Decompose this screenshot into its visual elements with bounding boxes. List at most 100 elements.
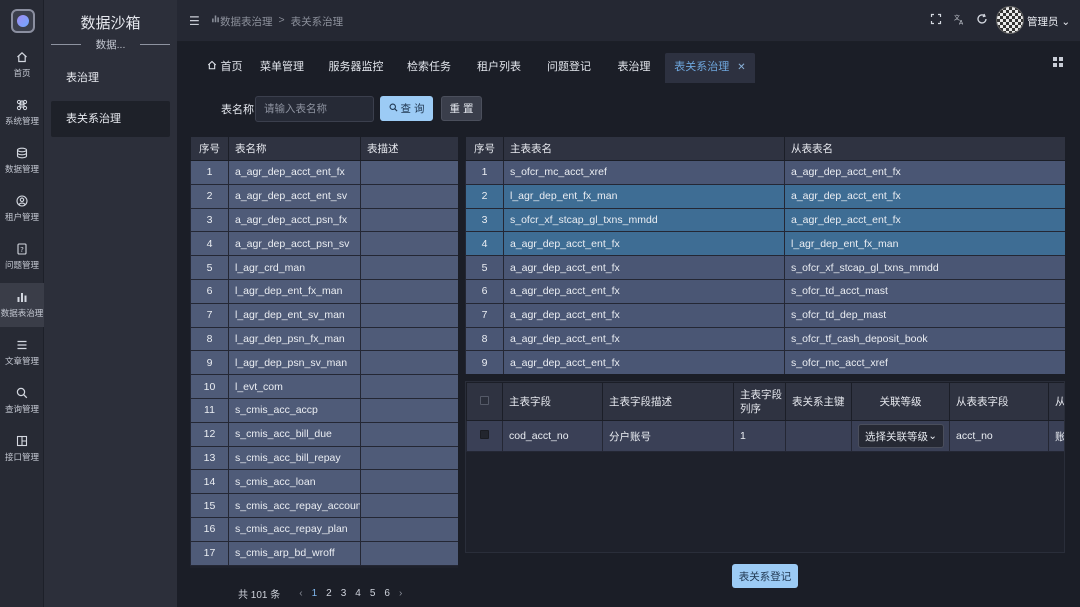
cell-table-desc	[360, 207, 458, 233]
nav-api[interactable]: 接口管理	[0, 427, 44, 471]
table-row[interactable]: 1 a_agr_dep_acct_ent_fx	[190, 160, 458, 185]
table-name-input[interactable]	[255, 96, 374, 122]
search-icon	[16, 387, 28, 399]
page-1[interactable]: 1	[312, 588, 318, 599]
nav-system[interactable]: 系统管理	[0, 91, 44, 135]
cell-master-table: s_ofcr_xf_stcap_gl_txns_mmdd	[503, 207, 785, 233]
relation-level-select-label: 选择关联等级	[865, 430, 928, 443]
table-row[interactable]: 7 a_agr_dep_acct_ent_fx s_ofcr_td_dep_mast	[465, 302, 1065, 328]
table-row[interactable]: 6 a_agr_dep_acct_ent_fx s_ofcr_td_acct_mas…	[465, 278, 1065, 304]
logo-mark	[17, 15, 29, 27]
translate-icon[interactable]: 文A	[952, 13, 966, 27]
tab-issue[interactable]: 问题登记	[544, 53, 594, 83]
table-row[interactable]: 3 a_agr_dep_acct_psn_fx	[190, 207, 458, 233]
app-logo[interactable]	[11, 9, 35, 33]
nav-table-governance[interactable]: 数据表治理	[0, 283, 44, 327]
master-field-desc-cell: 分户账号	[602, 420, 734, 452]
table-row[interactable]: 4 a_agr_dep_acct_psn_sv	[190, 231, 458, 257]
svg-text:A: A	[959, 20, 964, 26]
table-row[interactable]: 16 s_cmis_acc_repay_plan	[190, 516, 458, 542]
tab-search-task[interactable]: 检索任务	[405, 53, 453, 83]
list-icon	[16, 339, 28, 351]
breadcrumb-parent[interactable]: 数据表治理	[220, 14, 273, 29]
cell-slave-table: l_agr_dep_ent_fx_man	[784, 231, 1065, 257]
tab-menu[interactable]: 菜单管理	[257, 53, 307, 83]
table-row[interactable]: 11 s_cmis_acc_accp	[190, 397, 458, 423]
cell-master-table: a_agr_dep_acct_ent_fx	[503, 350, 785, 374]
tab-table-relation[interactable]: 表关系治理 ✕	[665, 53, 755, 83]
top-header: ☰ 数据表治理 > 表关系治理 文A 管理员 ⌄	[177, 0, 1080, 42]
tab-home[interactable]: 首页	[205, 53, 245, 83]
select-all-checkbox[interactable]	[466, 382, 503, 421]
table-row[interactable]: 17 s_cmis_arp_bd_wroff	[190, 540, 458, 566]
chevron-down-icon: ⌄	[928, 430, 937, 442]
cell-table-name: s_cmis_acc_accp	[228, 397, 361, 423]
table-row[interactable]: 9 a_agr_dep_acct_ent_fx s_ofcr_mc_acct_xre…	[465, 350, 1065, 374]
table-row[interactable]: 14 s_cmis_acc_loan	[190, 469, 458, 495]
query-button[interactable]: 查 询	[380, 96, 433, 121]
table-row[interactable]: 2 a_agr_dep_acct_ent_sv	[190, 183, 458, 209]
sidebar-item-table-governance[interactable]: 表治理	[51, 60, 170, 96]
page-4[interactable]: 4	[355, 588, 361, 599]
table-row[interactable]: 12 s_cmis_acc_bill_due	[190, 421, 458, 447]
prev-page-icon[interactable]: ‹	[299, 588, 302, 599]
table-row[interactable]: 13 s_cmis_acc_bill_repay	[190, 445, 458, 471]
cell-table-name: a_agr_dep_acct_psn_fx	[228, 207, 361, 233]
menu-fold-icon[interactable]: ☰	[189, 14, 200, 28]
row-checkbox-cell[interactable]	[466, 420, 503, 452]
nav-article[interactable]: 文章管理	[0, 331, 44, 375]
table-row[interactable]: 2 l_agr_dep_ent_fx_man a_agr_dep_acct_ent_…	[465, 183, 1065, 209]
username[interactable]: 管理员 ⌄	[1027, 14, 1070, 29]
tab-table-governance[interactable]: 表治理	[613, 53, 655, 83]
row-checkbox[interactable]	[480, 430, 489, 439]
grid-icon[interactable]	[1053, 57, 1063, 67]
table-row[interactable]: 6 l_agr_dep_ent_fx_man	[190, 278, 458, 304]
table-row[interactable]: 3 s_ofcr_xf_stcap_gl_txns_mmdd a_agr_dep_a…	[465, 207, 1065, 233]
fullscreen-icon[interactable]	[929, 13, 943, 27]
sidebar-item-table-relation[interactable]: 表关系治理	[51, 101, 170, 137]
table-row[interactable]: 15 s_cmis_acc_repay_account	[190, 493, 458, 518]
cell-slave-table: s_ofcr_mc_acct_xref	[784, 350, 1065, 374]
tab-tenant[interactable]: 租户列表	[475, 53, 523, 83]
table-row[interactable]: 4 a_agr_dep_acct_ent_fx l_agr_dep_ent_fx_m…	[465, 231, 1065, 257]
nav-home[interactable]: 首页	[0, 43, 44, 87]
col-header-index: 序号	[190, 136, 229, 161]
table-row[interactable]: 9 l_agr_dep_psn_sv_man	[190, 350, 458, 376]
checkbox[interactable]	[480, 395, 489, 405]
relation-level-select[interactable]: 选择关联等级 ⌄	[858, 424, 944, 448]
table-row[interactable]: 5 a_agr_dep_acct_ent_fx s_ofcr_xf_stcap_gl…	[465, 255, 1065, 280]
cell-index: 6	[465, 278, 504, 304]
table-row[interactable]: 1 s_ofcr_mc_acct_xref a_agr_dep_acct_ent_f…	[465, 160, 1065, 185]
register-relation-button[interactable]: 表关系登记	[732, 564, 798, 588]
cell-master-table: a_agr_dep_acct_ent_fx	[503, 326, 785, 352]
table-row[interactable]: 8 a_agr_dep_acct_ent_fx s_ofcr_tf_cash_dep…	[465, 326, 1065, 352]
nav-tenant[interactable]: 租户管理	[0, 187, 44, 231]
nav-query[interactable]: 查询管理	[0, 379, 44, 423]
nav-tenant-label: 租户管理	[4, 212, 39, 222]
nav-data[interactable]: 数据管理	[0, 139, 44, 183]
page-2[interactable]: 2	[326, 588, 332, 599]
avatar[interactable]	[996, 6, 1024, 34]
tab-server[interactable]: 服务器监控	[327, 53, 385, 83]
cell-master-table: a_agr_dep_acct_ent_fx	[503, 255, 785, 280]
page-5[interactable]: 5	[370, 588, 376, 599]
table-row[interactable]: cod_acct_no 分户账号 1 选择关联等级⌄ acct_no 账号	[466, 420, 1064, 452]
cell-slave-table: a_agr_dep_acct_ent_fx	[784, 207, 1065, 233]
close-icon[interactable]: ✕	[737, 62, 745, 73]
cell-index: 6	[190, 278, 229, 304]
page-3[interactable]: 3	[341, 588, 347, 599]
nav-issue[interactable]: ? 问题管理	[0, 235, 44, 279]
table-row[interactable]: 7 l_agr_dep_ent_sv_man	[190, 302, 458, 328]
refresh-icon[interactable]	[975, 13, 989, 27]
page-6[interactable]: 6	[384, 588, 390, 599]
home-icon	[16, 51, 28, 63]
nav-table-governance-label: 数据表治理	[0, 308, 44, 318]
table-row[interactable]: 10 l_evt_com	[190, 374, 458, 399]
username-label: 管理员	[1027, 16, 1059, 28]
table-row[interactable]: 8 l_agr_dep_psn_fx_man	[190, 326, 458, 352]
next-page-icon[interactable]: ›	[399, 588, 402, 599]
reset-button[interactable]: 重 置	[441, 96, 482, 121]
table-row[interactable]: 5 l_agr_crd_man	[190, 255, 458, 280]
command-icon	[16, 99, 28, 111]
nav-data-label: 数据管理	[4, 164, 39, 174]
